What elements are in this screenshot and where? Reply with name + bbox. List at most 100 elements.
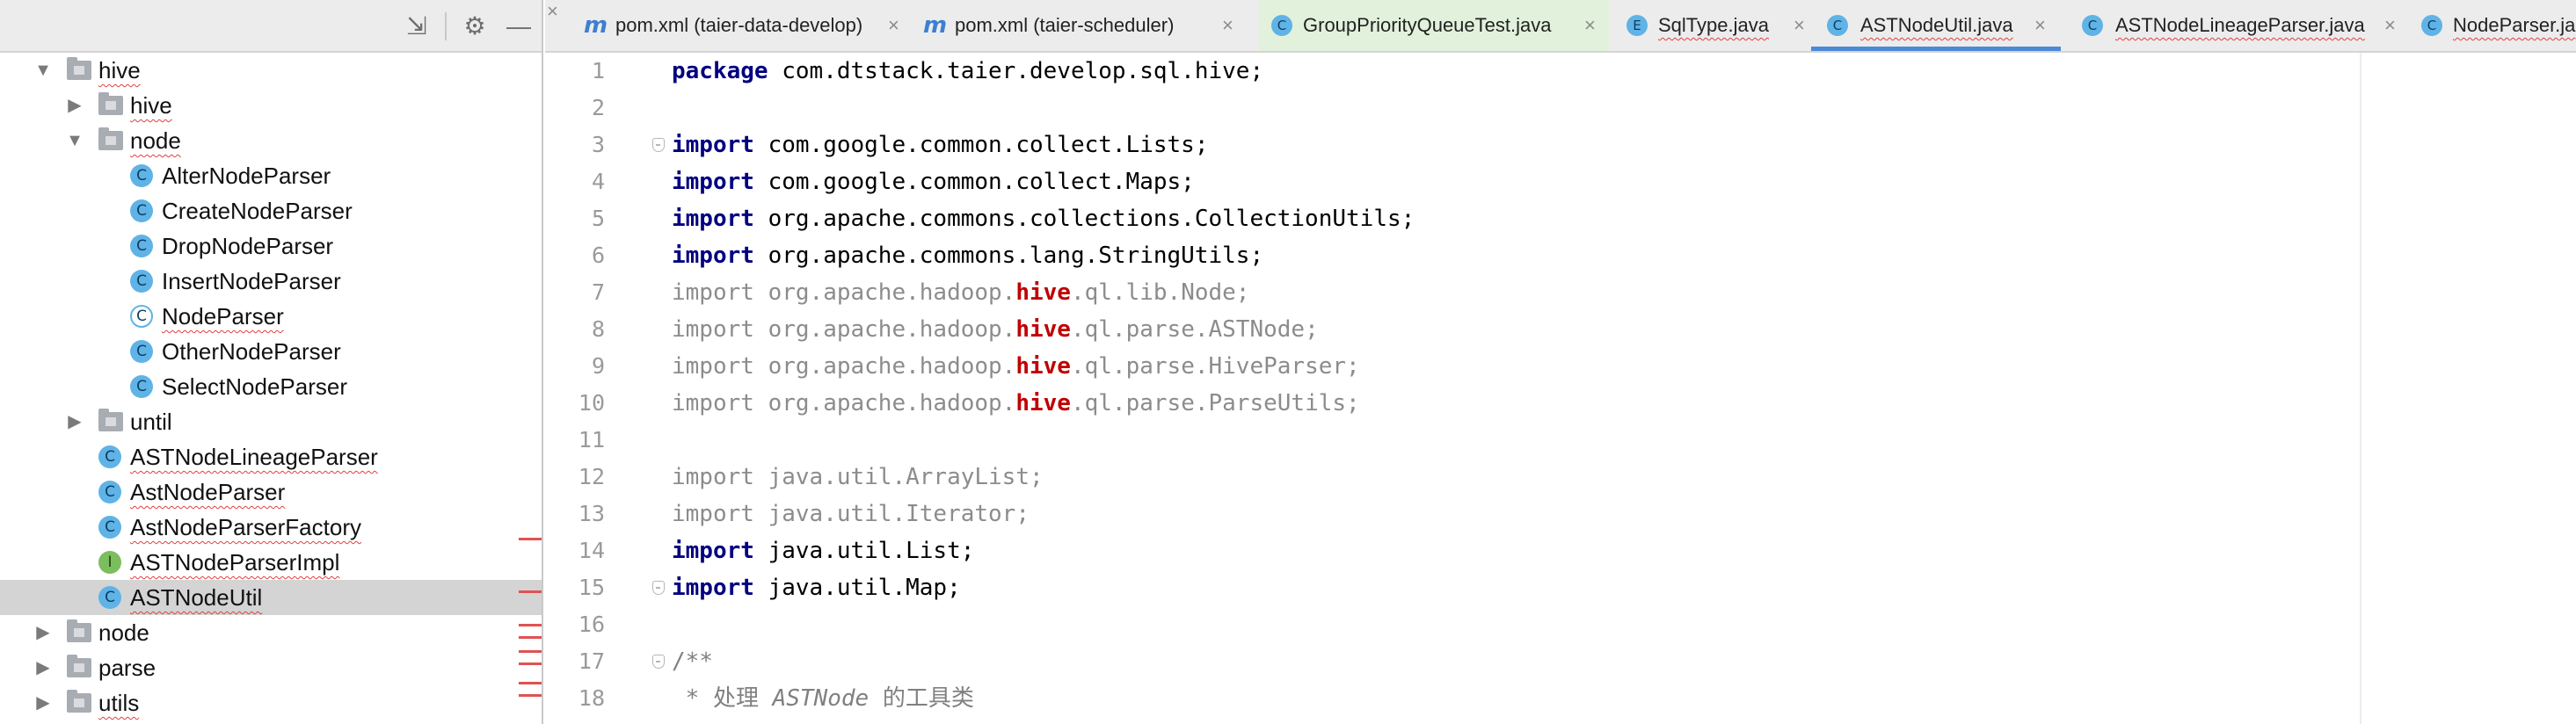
expand-arrow-icon[interactable]: ▼ <box>30 53 56 88</box>
folder-icon <box>98 409 123 431</box>
tree-item-label: node <box>98 619 149 646</box>
tree-interface-astnodeparserimpl[interactable]: I ASTNodeParserImpl <box>0 545 542 580</box>
keyword: import <box>672 243 754 269</box>
error-stripe-mark[interactable] <box>519 694 542 697</box>
tree-class-othernodeparser[interactable]: C OtherNodeParser <box>0 334 542 369</box>
code-text: org.apache.hadoop. <box>753 353 1016 380</box>
tree-class-nodeparser[interactable]: C NodeParser <box>0 299 542 334</box>
collapse-arrow-icon[interactable]: ▶ <box>62 404 88 439</box>
error-stripe-mark[interactable] <box>519 624 542 626</box>
error-stripe-mark[interactable] <box>519 590 542 593</box>
tab-label: NodeParser.ja <box>2453 14 2576 36</box>
error-stripe-mark[interactable] <box>519 650 542 653</box>
close-icon[interactable]: × <box>1794 0 1805 51</box>
editor-tab-bar: × m pom.xml (taier-data-develop) × m pom… <box>545 0 2576 53</box>
enum-icon: E <box>1626 15 1648 36</box>
class-icon: C <box>98 586 121 609</box>
class-icon: C <box>130 270 153 293</box>
line-number: 3 <box>591 132 605 157</box>
error-stripe-mark[interactable] <box>519 682 542 684</box>
tree-folder-utils[interactable]: ▶ utils <box>0 685 542 720</box>
comment: * 处理 <box>672 685 773 712</box>
code-text: org.apache.hadoop. <box>753 390 1016 416</box>
tree-class-alternodeparser[interactable]: C AlterNodeParser <box>0 158 542 193</box>
tab-astnodelineageparser[interactable]: C ASTNodeLineageParser.java × <box>2071 0 2405 51</box>
close-icon[interactable]: × <box>2384 0 2396 51</box>
code-text: java.util.ArrayList; <box>753 464 1044 490</box>
close-icon[interactable]: × <box>547 0 558 23</box>
tree-item-label: AstNodeParser <box>130 479 286 505</box>
project-panel: ⇲ ⚙ — ▼ hive ▶ hive ▼ node C AlterNodePa… <box>0 0 543 724</box>
error-stripe-mark[interactable] <box>519 662 542 665</box>
collapse-arrow-icon[interactable]: ▶ <box>30 685 56 720</box>
tree-class-selectnodeparser[interactable]: C SelectNodeParser <box>0 369 542 404</box>
tree-class-dropnodeparser[interactable]: C DropNodeParser <box>0 228 542 264</box>
tab-label: ASTNodeUtil.java <box>1860 14 2013 36</box>
tree-item-label: ASTNodeParserImpl <box>130 549 340 576</box>
close-icon[interactable]: × <box>1222 0 1233 51</box>
folder-icon <box>98 92 123 115</box>
close-icon[interactable]: × <box>1584 0 1596 51</box>
tab-label: ASTNodeLineageParser.java <box>2115 14 2365 36</box>
tree-item-label: hive <box>98 57 141 83</box>
tree-item-label: parse <box>98 655 156 681</box>
tree-folder-node-2[interactable]: ▶ node <box>0 615 542 650</box>
code-line: import java.util.Map; <box>672 569 961 606</box>
code-line: import java.util.List; <box>672 532 974 569</box>
collapse-arrow-icon[interactable]: ▶ <box>30 615 56 650</box>
line-number: 12 <box>578 464 605 489</box>
tree-class-astnodeparser[interactable]: C AstNodeParser <box>0 474 542 510</box>
tree-folder-parse[interactable]: ▶ parse <box>0 650 542 685</box>
line-number: 1 <box>591 58 605 83</box>
tab-sqltype[interactable]: E SqlType.java × <box>1618 0 1816 51</box>
comment: /** <box>672 648 713 675</box>
code-text: com.dtstack.taier.develop.sql.hive; <box>768 58 1264 84</box>
code-line: import com.google.common.collect.Lists; <box>672 127 1208 163</box>
expand-arrow-icon[interactable]: ▼ <box>62 123 88 158</box>
collapse-arrow-icon[interactable]: ▶ <box>30 650 56 685</box>
tree-item-label: OtherNodeParser <box>162 338 341 365</box>
code-editor[interactable]: package com.dtstack.taier.develop.sql.hi… <box>663 53 2360 724</box>
code-text: .ql.parse.ASTNode; <box>1070 316 1319 343</box>
tab-pom-scheduler[interactable]: m pom.xml (taier-scheduler) × <box>923 0 1245 51</box>
tree-item-label: AlterNodeParser <box>162 163 331 189</box>
gear-icon[interactable]: ⚙ <box>459 11 491 42</box>
error-stripe-mark[interactable] <box>519 538 542 540</box>
tree-item-label: NodeParser <box>162 303 284 329</box>
class-icon: C <box>1271 15 1292 36</box>
class-icon: C <box>2421 15 2442 36</box>
code-line: import org.apache.commons.lang.StringUti… <box>672 237 1263 274</box>
code-text: java.util.Map; <box>753 575 961 601</box>
comment-code-ref: ASTNode <box>772 685 870 712</box>
tab-astnodeutil[interactable]: C ASTNodeUtil.java × <box>1811 0 2061 51</box>
collapse-all-icon[interactable]: ⇲ <box>401 11 433 42</box>
line-number: 4 <box>591 169 605 194</box>
tree-folder-hive[interactable]: ▼ hive <box>0 53 542 88</box>
tree-class-createnodeparser[interactable]: C CreateNodeParser <box>0 193 542 228</box>
folder-icon <box>67 690 91 713</box>
keyword: import <box>672 390 754 416</box>
tree-class-astnodeparserfactory[interactable]: C AstNodeParserFactory <box>0 510 542 545</box>
tree-class-astnodeutil[interactable]: C ASTNodeUtil <box>0 580 542 615</box>
tab-nodeparser[interactable]: C NodeParser.ja <box>2412 0 2576 51</box>
tree-folder-node[interactable]: ▼ node <box>0 123 542 158</box>
code-line: import org.apache.hadoop.hive.ql.parse.P… <box>672 385 1360 422</box>
line-number: 11 <box>578 427 605 452</box>
unresolved-symbol: hive <box>1015 316 1071 343</box>
line-number: 8 <box>591 316 605 342</box>
tree-folder-until[interactable]: ▶ until <box>0 404 542 439</box>
tab-pom-data-develop[interactable]: m pom.xml (taier-data-develop) × <box>584 0 909 51</box>
keyword: import <box>672 279 754 306</box>
folder-icon <box>67 57 91 80</box>
error-stripe-mark[interactable] <box>519 636 542 639</box>
tab-grouppriorityqueuetest[interactable]: C GroupPriorityQueueTest.java × <box>1259 0 1609 51</box>
collapse-arrow-icon[interactable]: ▶ <box>62 88 88 123</box>
tree-folder-hive-sub[interactable]: ▶ hive <box>0 88 542 123</box>
minimize-icon[interactable]: — <box>503 11 535 42</box>
keyword: import <box>672 169 754 195</box>
tree-class-astnodelineageparser[interactable]: C ASTNodeLineageParser <box>0 439 542 474</box>
close-icon[interactable]: × <box>888 0 899 51</box>
close-icon[interactable]: × <box>2034 0 2046 51</box>
code-text: com.google.common.collect.Maps; <box>753 169 1195 195</box>
tree-class-insertnodeparser[interactable]: C InsertNodeParser <box>0 264 542 299</box>
